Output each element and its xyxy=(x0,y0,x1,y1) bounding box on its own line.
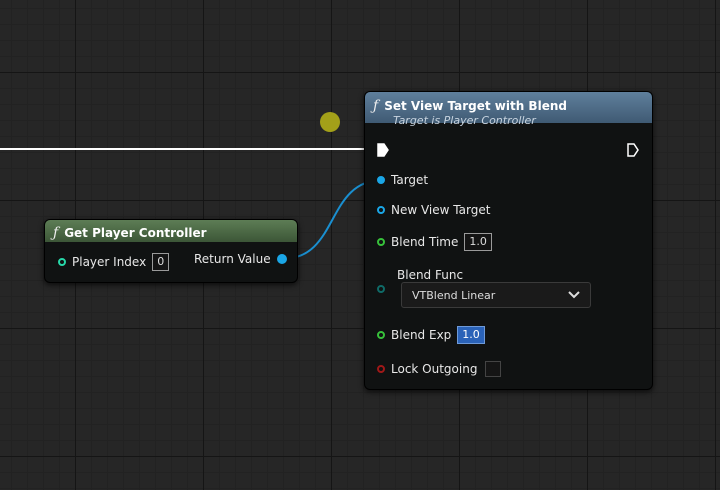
function-icon: ƒ xyxy=(373,98,379,114)
pin-lock-outgoing[interactable]: Lock Outgoing xyxy=(377,361,502,377)
pin-target[interactable]: Target xyxy=(377,173,428,187)
pin-label: New View Target xyxy=(391,203,491,217)
object-pin-icon[interactable] xyxy=(276,254,287,264)
pin-label: Target xyxy=(391,173,429,187)
player-index-input[interactable]: 0 xyxy=(152,253,170,271)
bool-pin-icon[interactable] xyxy=(377,365,385,373)
pin-blend-func[interactable] xyxy=(377,285,391,293)
pin-label: Lock Outgoing xyxy=(391,362,478,376)
pin-label: Blend Time xyxy=(391,235,459,249)
get-player-controller-node[interactable]: ƒ Get Player Controller Player Index 0 Re… xyxy=(44,219,298,283)
pin-blend-time[interactable]: Blend Time 1.0 xyxy=(377,233,492,251)
node-header[interactable]: ƒ Get Player Controller xyxy=(45,220,297,242)
byte-pin-icon[interactable] xyxy=(377,285,385,293)
float-pin-icon[interactable] xyxy=(377,238,385,246)
pin-label: Blend Exp xyxy=(391,328,452,342)
lock-outgoing-checkbox[interactable] xyxy=(485,361,502,377)
pin-player-index[interactable]: Player Index 0 xyxy=(58,253,170,271)
exec-in-pin[interactable] xyxy=(377,143,389,157)
node-title: Get Player Controller xyxy=(64,226,207,240)
pin-return-value[interactable]: Return Value xyxy=(194,252,293,266)
dropdown-value: VTBlend Linear xyxy=(412,288,496,302)
node-header[interactable]: ƒ Set View Target with Blend Target is Pl… xyxy=(365,92,652,127)
blend-exp-input[interactable]: 1.0 xyxy=(457,326,485,344)
function-icon: ƒ xyxy=(53,225,59,241)
int-pin-icon[interactable] xyxy=(58,258,66,266)
pin-label: Return Value xyxy=(194,252,271,266)
node-subtitle: Target is Player Controller xyxy=(393,114,536,127)
object-pin-icon[interactable] xyxy=(377,206,385,214)
pin-blend-exp[interactable]: Blend Exp 1.0 xyxy=(377,326,485,344)
set-view-target-with-blend-node[interactable]: ƒ Set View Target with Blend Target is Pl… xyxy=(364,91,653,390)
pin-blend-func-label: Blend Func xyxy=(397,268,463,282)
blend-func-dropdown[interactable]: VTBlend Linear xyxy=(401,282,591,308)
float-pin-icon[interactable] xyxy=(377,331,385,339)
pin-label: Player Index xyxy=(72,255,147,269)
object-pin-icon[interactable] xyxy=(377,176,385,184)
reroute-knot[interactable] xyxy=(320,112,340,132)
blend-time-input[interactable]: 1.0 xyxy=(464,233,492,251)
node-title: Set View Target with Blend xyxy=(384,99,567,113)
pin-label: Blend Func xyxy=(397,268,464,282)
chevron-down-icon xyxy=(568,291,580,299)
pin-new-view-target[interactable]: New View Target xyxy=(377,203,490,217)
exec-out-pin[interactable] xyxy=(627,143,639,157)
